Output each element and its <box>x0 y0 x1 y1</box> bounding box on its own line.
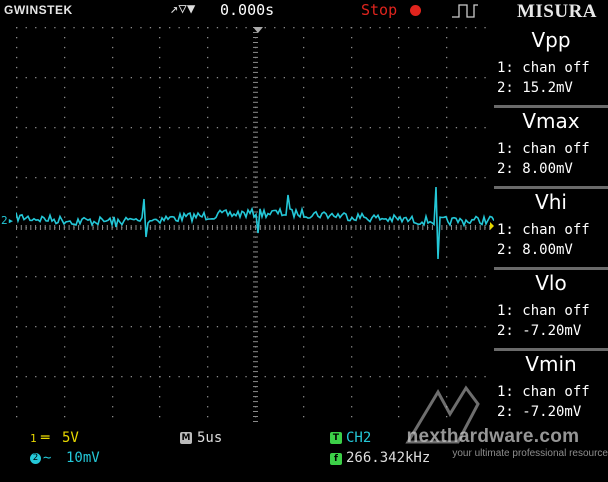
measurement-title: Vmin <box>525 352 577 376</box>
measurement-ch2-value: 2: 15.2mV <box>497 80 573 96</box>
top-status-bar: GWINSTEK ↗▽▼ 0.000s Stop MISURA <box>0 0 608 22</box>
measurement-vmax[interactable]: Vmax 1: chan off 2: 8.00mV <box>494 108 608 186</box>
waveform-graticule <box>16 27 494 426</box>
measurement-vmin[interactable]: Vmin 1: chan off 2: -7.20mV <box>494 351 608 429</box>
measurement-title: Vmax <box>522 109 580 133</box>
run-stop-state[interactable]: Stop <box>361 1 397 19</box>
ch2-ac-coupling-icon: ∼ <box>43 450 52 466</box>
ch2-number-badge: 2 <box>30 453 41 464</box>
measurement-vhi[interactable]: Vhi 1: chan off 2: 8.00mV <box>494 189 608 267</box>
measurement-title: Vpp <box>531 28 571 52</box>
menu-title: MISURA <box>516 1 598 22</box>
measurement-ch2-value: 2: 8.00mV <box>497 242 573 258</box>
timebase-value[interactable]: 5us <box>197 430 222 446</box>
measurement-ch1-value: 1: chan off <box>497 222 590 238</box>
ch2-vertical-scale[interactable]: 10mV <box>66 450 100 466</box>
timebase-badge: M <box>180 432 192 444</box>
trigger-badge: T <box>330 432 342 444</box>
trigger-edge-icon: ↗▽▼ <box>170 1 196 17</box>
measurement-ch1-value: 1: chan off <box>497 141 590 157</box>
measurement-ch1-value: 1: chan off <box>497 384 590 400</box>
measure-side-panel: Vpp 1: chan off 2: 15.2mV Vmax 1: chan o… <box>494 27 608 426</box>
frequency-badge: f <box>330 453 342 465</box>
ch1-vertical-scale[interactable]: 5V <box>62 430 79 446</box>
measurement-title: Vlo <box>535 271 567 295</box>
measurement-vlo[interactable]: Vlo 1: chan off 2: -7.20mV <box>494 270 608 348</box>
graticule-grid <box>16 27 494 422</box>
frequency-readout: 266.342kHz <box>346 450 431 466</box>
measurement-ch2-value: 2: 8.00mV <box>497 161 573 177</box>
ch1-number: 1 <box>30 432 37 445</box>
measurement-ch2-value: 2: -7.20mV <box>497 323 582 339</box>
trigger-source[interactable]: CH2 <box>346 430 371 446</box>
stop-dot-icon <box>410 5 421 16</box>
measurement-ch1-value: 1: chan off <box>497 303 590 319</box>
brand-logo: GWINSTEK <box>4 3 73 17</box>
bottom-status-bar: 1 ═ 5V 2 ∼ 10mV M 5us T CH2 f 266.342kHz <box>0 426 608 482</box>
ch1-dc-coupling-icon: ═ <box>41 430 50 446</box>
measurement-ch2-value: 2: -7.20mV <box>497 404 582 420</box>
pulse-icon <box>452 3 478 23</box>
measurement-vpp[interactable]: Vpp 1: chan off 2: 15.2mV <box>494 27 608 105</box>
measurement-ch1-value: 1: chan off <box>497 60 590 76</box>
ch2-ground-marker: 2▸ <box>1 214 15 227</box>
measurement-title: Vhi <box>535 190 567 214</box>
time-offset-readout: 0.000s <box>220 1 275 19</box>
